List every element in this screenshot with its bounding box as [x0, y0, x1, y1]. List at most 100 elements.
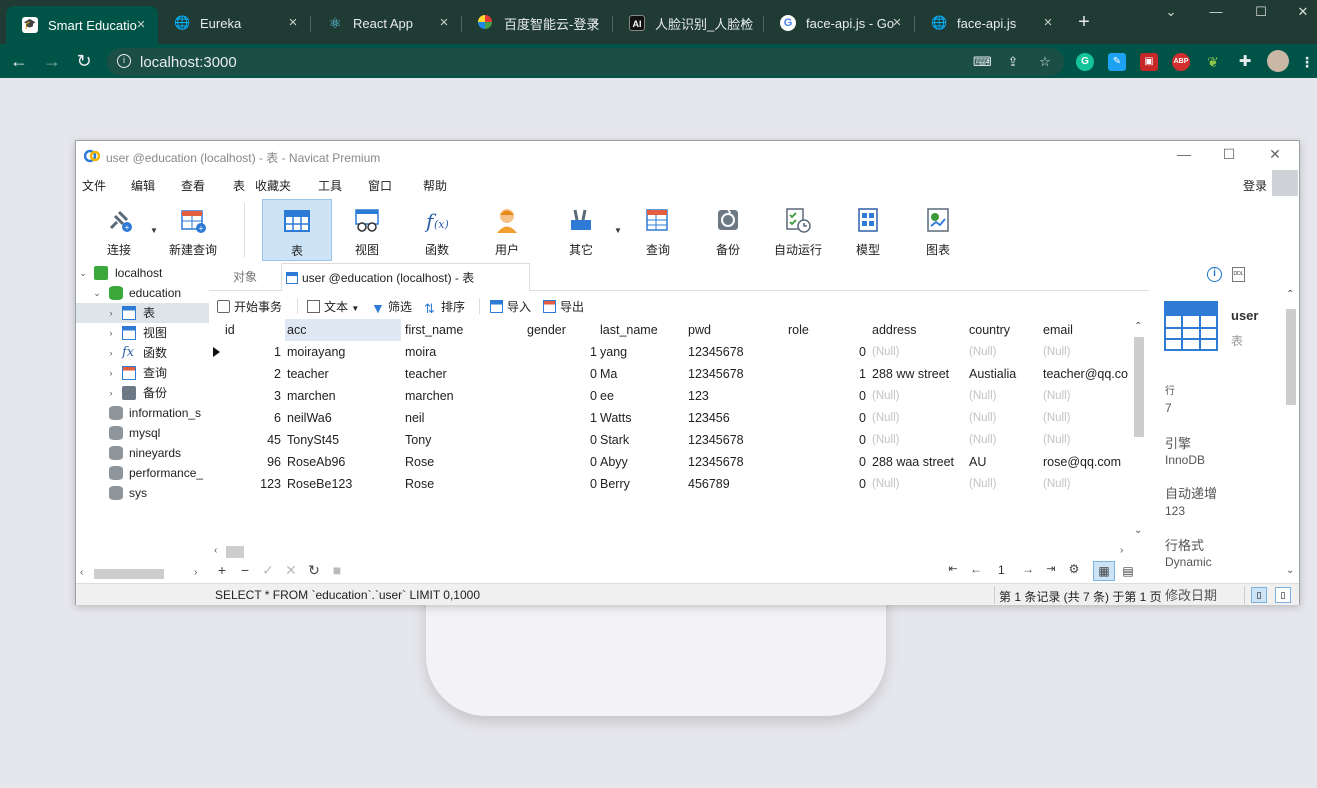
cell-gender[interactable]: 0 — [525, 451, 597, 473]
chevron-down-icon[interactable]: ▼ — [150, 226, 158, 235]
cell-address[interactable]: (Null) — [872, 385, 964, 407]
chevron-down-icon[interactable]: ⌄ — [1156, 4, 1186, 20]
tree-item-functions[interactable]: › fx 函数 — [76, 343, 209, 363]
refresh-icon[interactable]: ↻ — [305, 562, 323, 579]
grammarly-icon[interactable]: G — [1076, 53, 1094, 71]
back-button[interactable]: ← — [8, 50, 30, 72]
cell-pwd[interactable]: 12345678 — [688, 341, 784, 363]
cell-country[interactable]: (Null) — [969, 341, 1039, 363]
table-row[interactable]: 3 marchen marchen 0 ee 123 0 (Null) (Null) (Null) — [209, 385, 1133, 407]
cell-first-name[interactable]: marchen — [405, 385, 523, 407]
cell-email[interactable]: teacher@qq.co — [1043, 363, 1133, 385]
page-number[interactable]: 1 — [998, 563, 1005, 577]
extensions-puzzle-icon[interactable]: ✚ — [1236, 53, 1254, 71]
cell-acc[interactable]: RoseAb96 — [287, 451, 401, 473]
table-row[interactable]: 123 RoseBe123 Rose 0 Berry 456789 0 (Null) (Null… — [209, 473, 1133, 495]
scrollbar-thumb[interactable] — [94, 569, 164, 579]
table-row[interactable]: 45 TonySt45 Tony 0 Stark 12345678 0 (Null) (Null… — [209, 429, 1133, 451]
cell-id[interactable]: 2 — [223, 363, 281, 385]
column-header-acc[interactable]: acc — [285, 319, 401, 341]
cell-acc[interactable]: teacher — [287, 363, 401, 385]
cell-email[interactable]: (Null) — [1043, 473, 1133, 495]
settings-gear-icon[interactable]: ⚙ — [1065, 562, 1083, 576]
reload-button[interactable]: ↻ — [73, 50, 95, 72]
column-header-first-name[interactable]: first_name — [403, 319, 523, 341]
cell-country[interactable]: (Null) — [969, 429, 1039, 451]
scrollbar-thumb[interactable] — [1134, 337, 1144, 437]
cell-address[interactable]: (Null) — [872, 341, 964, 363]
chevron-down-icon[interactable]: ⌄ — [78, 263, 88, 283]
chevron-down-icon[interactable]: ⌄ — [1134, 525, 1142, 536]
extension-red-icon[interactable]: ▣ — [1140, 53, 1158, 71]
next-page-icon[interactable]: → — [1019, 562, 1037, 576]
cell-address[interactable]: 288 ww street — [872, 363, 964, 385]
share-icon[interactable]: ⇪ — [1005, 54, 1021, 70]
cell-acc[interactable]: marchen — [287, 385, 401, 407]
stop-icon[interactable]: ■ — [328, 562, 346, 578]
close-icon[interactable]: × — [737, 14, 755, 32]
filter-button[interactable]: ▼ 筛选 — [371, 298, 412, 315]
sort-button[interactable]: ⇅ 排序 — [424, 298, 465, 315]
info-icon[interactable]: i — [1207, 267, 1222, 282]
cell-id[interactable]: 6 — [223, 407, 281, 429]
tab-user-table[interactable]: user @education (localhost) - 表 — [281, 263, 530, 291]
apply-check-icon[interactable]: ✓ — [259, 562, 277, 579]
cell-gender[interactable]: 0 — [525, 429, 597, 451]
cell-acc[interactable]: neilWa6 — [287, 407, 401, 429]
query-button[interactable]: 查询 — [623, 199, 693, 261]
cell-role[interactable]: 0 — [786, 451, 866, 473]
chevron-right-icon[interactable]: › — [194, 567, 197, 578]
address-bar[interactable]: i localhost:3000 ⌨ ⇪ ☆ — [107, 48, 1064, 76]
chevron-down-icon[interactable]: ▼ — [614, 226, 622, 235]
chevron-down-icon[interactable]: ⌄ — [92, 283, 102, 303]
adblock-plus-icon[interactable]: ABP — [1172, 53, 1190, 71]
menu-view[interactable]: 查看 — [181, 177, 205, 194]
begin-transaction-button[interactable]: 开始事务 — [217, 298, 282, 315]
cell-gender[interactable]: 0 — [525, 473, 597, 495]
menu-tools[interactable]: 工具 — [318, 177, 342, 194]
cell-email[interactable]: (Null) — [1043, 385, 1133, 407]
user-avatar[interactable] — [1272, 170, 1298, 196]
cell-pwd[interactable]: 123456 — [688, 407, 784, 429]
chevron-down-icon[interactable]: ⌄ — [1286, 565, 1294, 576]
cell-address[interactable]: (Null) — [872, 473, 964, 495]
chevron-right-icon[interactable]: › — [106, 363, 116, 383]
cell-country[interactable]: Austialia — [969, 363, 1039, 385]
cell-country[interactable]: (Null) — [969, 473, 1039, 495]
cell-first-name[interactable]: Rose — [405, 473, 523, 495]
tree-item-backups[interactable]: › 备份 — [76, 383, 209, 403]
export-button[interactable]: 导出 — [543, 298, 584, 315]
menu-edit[interactable]: 编辑 — [131, 177, 155, 194]
cell-last-name[interactable]: Berry — [600, 473, 684, 495]
menu-file[interactable]: 文件 — [82, 177, 106, 194]
last-page-icon[interactable]: ⇥ — [1042, 562, 1060, 575]
browser-tab-smart-education[interactable]: 🎓 Smart Educatio × — [6, 6, 158, 44]
ddl-icon[interactable]: DDL — [1232, 267, 1245, 282]
cell-address[interactable]: 288 waa street — [872, 451, 964, 473]
close-icon[interactable]: × — [888, 14, 906, 32]
login-link[interactable]: 登录 — [1243, 177, 1267, 194]
other-button[interactable]: 其它 — [546, 199, 616, 261]
chevron-right-icon[interactable]: › — [106, 323, 116, 343]
cell-first-name[interactable]: neil — [405, 407, 523, 429]
cell-id[interactable]: 123 — [223, 473, 281, 495]
cell-pwd[interactable]: 12345678 — [688, 429, 784, 451]
cell-pwd[interactable]: 456789 — [688, 473, 784, 495]
cell-role[interactable]: 0 — [786, 429, 866, 451]
scrollbar-thumb[interactable] — [226, 546, 244, 558]
column-header-role[interactable]: role — [786, 319, 868, 341]
chevron-right-icon[interactable]: › — [106, 303, 116, 323]
connect-button[interactable]: + 连接 — [84, 199, 154, 261]
tree-database-mysql[interactable]: mysql — [76, 423, 209, 443]
info-panel-scrollbar[interactable]: ⌃ ⌄ — [1284, 289, 1298, 579]
chevron-up-icon[interactable]: ⌃ — [1286, 289, 1294, 300]
tree-connection-localhost[interactable]: ⌄ localhost — [76, 263, 209, 283]
column-header-gender[interactable]: gender — [525, 319, 595, 341]
menu-help[interactable]: 帮助 — [423, 177, 447, 194]
chart-button[interactable]: 图表 — [903, 199, 973, 261]
grid-horizontal-scrollbar[interactable]: ‹ › — [214, 543, 1139, 559]
maximize-icon[interactable]: ☐ — [1214, 146, 1244, 163]
browser-tab-face-api-google[interactable]: G face-api.js - Go × — [764, 8, 914, 38]
maximize-icon[interactable]: ☐ — [1246, 4, 1276, 20]
pen-extension-icon[interactable]: ✎ — [1108, 53, 1126, 71]
